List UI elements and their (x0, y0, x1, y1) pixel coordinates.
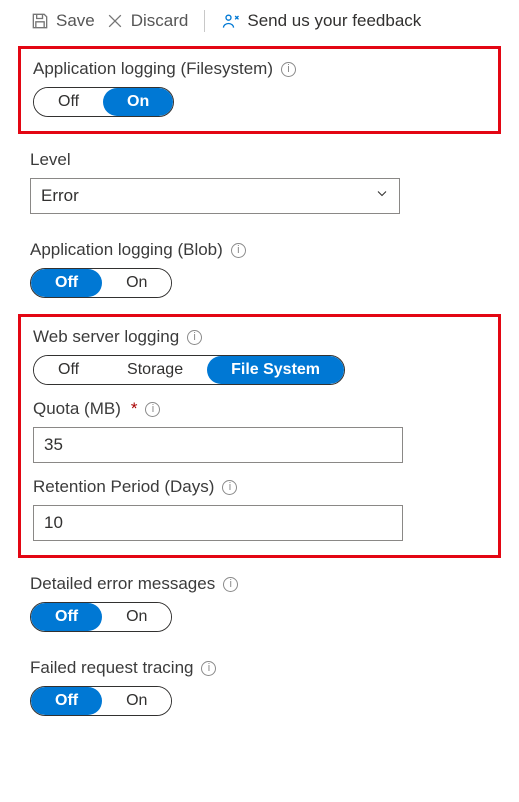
failed-request-off[interactable]: Off (31, 687, 102, 715)
level-section: Level Error (0, 140, 519, 224)
info-icon[interactable]: i (231, 243, 246, 258)
level-label: Level (30, 150, 71, 170)
feedback-icon (221, 11, 241, 31)
retention-input[interactable] (33, 505, 403, 541)
save-icon (30, 11, 50, 31)
info-icon[interactable]: i (281, 62, 296, 77)
app-logging-fs-on[interactable]: On (103, 88, 173, 116)
app-logging-blob-section: Application logging (Blob) i Off On (0, 230, 519, 308)
quota-input[interactable] (33, 427, 403, 463)
retention-label: Retention Period (Days) (33, 477, 214, 497)
feedback-label: Send us your feedback (247, 11, 421, 31)
app-logging-blob-label: Application logging (Blob) (30, 240, 223, 260)
toolbar-separator (204, 10, 205, 32)
level-value: Error (41, 186, 79, 206)
web-logging-storage[interactable]: Storage (103, 356, 207, 384)
toolbar: Save Discard Send us your feedback (0, 0, 519, 40)
detailed-errors-section: Detailed error messages i Off On (0, 564, 519, 642)
app-logging-blob-off[interactable]: Off (31, 269, 102, 297)
app-logging-blob-toggle[interactable]: Off On (30, 268, 172, 298)
app-logging-blob-on[interactable]: On (102, 269, 171, 297)
app-logging-fs-toggle[interactable]: Off On (33, 87, 174, 117)
failed-request-toggle[interactable]: Off On (30, 686, 172, 716)
app-logging-filesystem-section: Application logging (Filesystem) i Off O… (18, 46, 501, 134)
save-button[interactable]: Save (30, 11, 95, 31)
discard-label: Discard (131, 11, 189, 31)
web-logging-filesystem[interactable]: File System (207, 356, 344, 384)
web-server-logging-label: Web server logging (33, 327, 179, 347)
info-icon[interactable]: i (187, 330, 202, 345)
failed-request-label: Failed request tracing (30, 658, 193, 678)
web-server-logging-toggle[interactable]: Off Storage File System (33, 355, 345, 385)
failed-request-on[interactable]: On (102, 687, 171, 715)
app-logging-fs-label: Application logging (Filesystem) (33, 59, 273, 79)
failed-request-section: Failed request tracing i Off On (0, 648, 519, 726)
save-label: Save (56, 11, 95, 31)
close-icon (105, 11, 125, 31)
detailed-errors-toggle[interactable]: Off On (30, 602, 172, 632)
required-marker: * (131, 399, 138, 419)
info-icon[interactable]: i (145, 402, 160, 417)
feedback-button[interactable]: Send us your feedback (221, 11, 421, 31)
discard-button[interactable]: Discard (105, 11, 189, 31)
info-icon[interactable]: i (222, 480, 237, 495)
detailed-errors-label: Detailed error messages (30, 574, 215, 594)
level-select[interactable]: Error (30, 178, 400, 214)
detailed-errors-on[interactable]: On (102, 603, 171, 631)
app-logging-fs-off[interactable]: Off (34, 88, 103, 116)
quota-label: Quota (MB) (33, 399, 121, 419)
info-icon[interactable]: i (201, 661, 216, 676)
web-logging-off[interactable]: Off (34, 356, 103, 384)
detailed-errors-off[interactable]: Off (31, 603, 102, 631)
info-icon[interactable]: i (223, 577, 238, 592)
web-server-logging-section: Web server logging i Off Storage File Sy… (18, 314, 501, 558)
